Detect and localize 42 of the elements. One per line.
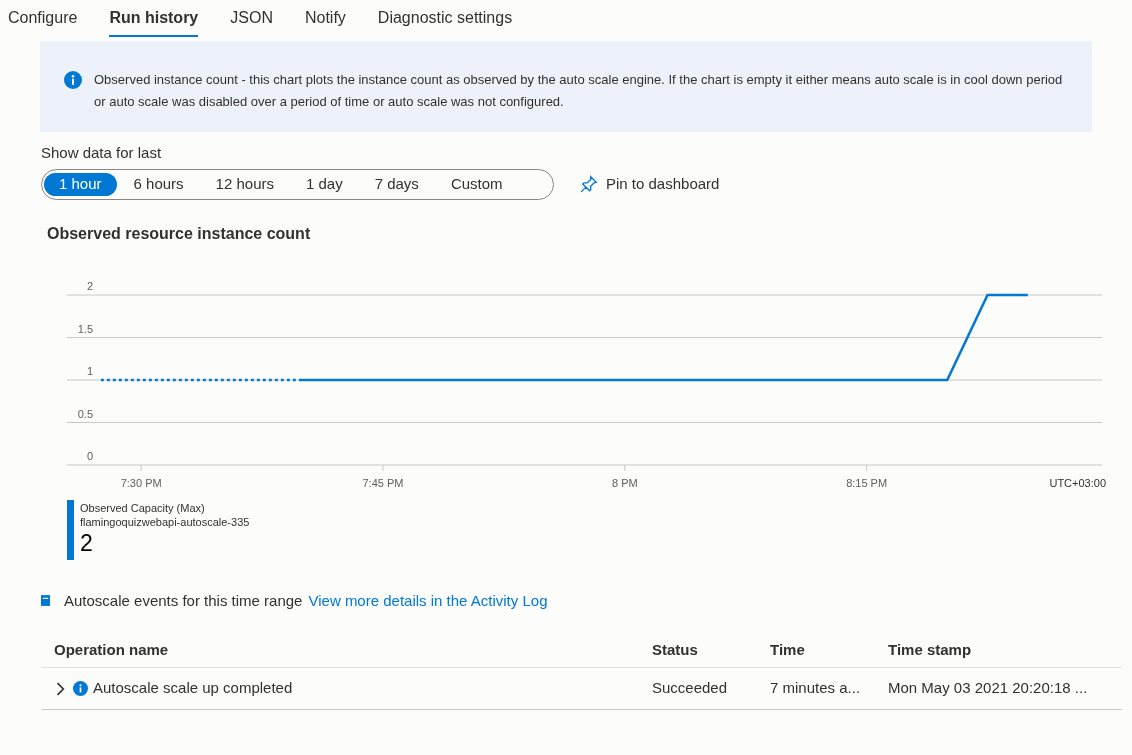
y-tick-label: 0 bbox=[86, 449, 93, 462]
legend-series-name: Observed Capacity (Max) bbox=[80, 500, 206, 515]
column-header: Time stamp bbox=[888, 640, 973, 661]
time-range-option[interactable]: Custom bbox=[435, 172, 518, 196]
time-range-option[interactable]: 6 hours bbox=[118, 172, 199, 196]
chart-title: Observed resource instance count bbox=[47, 223, 312, 244]
events-label: Autoscale events for this time range bbox=[64, 590, 303, 611]
log-icon bbox=[41, 595, 50, 607]
time-range-option[interactable]: 1 hour bbox=[44, 172, 117, 196]
y-tick-label: 1.5 bbox=[77, 322, 93, 334]
legend-resource-name: flamingoquizwebapi-autoscale-335 bbox=[80, 514, 250, 529]
tab[interactable]: Diagnostic settings bbox=[377, 6, 513, 37]
activity-log-link[interactable]: View more details in the Activity Log bbox=[308, 589, 548, 612]
table-cell-text: 7 minutes a... bbox=[770, 678, 862, 699]
pin-button[interactable]: Pin to dashboard bbox=[580, 172, 720, 196]
table-cell-text: Mon May 03 2021 20:20:18 ... bbox=[888, 678, 1089, 699]
column-header: Operation name bbox=[53, 640, 170, 661]
timezone-label: UTC+03:00 bbox=[1049, 476, 1106, 489]
tab[interactable]: Notify bbox=[304, 6, 346, 37]
table-cell-text: Autoscale scale up completed bbox=[93, 678, 293, 699]
legend-value: 2 bbox=[80, 528, 94, 557]
x-tick-label: 7:30 PM bbox=[120, 476, 162, 489]
y-tick-label: 0.5 bbox=[77, 407, 93, 419]
pin-icon bbox=[580, 175, 598, 193]
x-tick-label: 8:15 PM bbox=[846, 476, 888, 489]
column-header: Status bbox=[652, 640, 699, 661]
y-tick-label: 2 bbox=[86, 279, 93, 292]
x-tick-label: 8 PM bbox=[611, 476, 638, 489]
column-header: Time bbox=[770, 640, 806, 661]
y-tick-label: 1 bbox=[86, 364, 93, 377]
info-icon bbox=[73, 681, 88, 696]
time-range-option[interactable]: 1 day bbox=[290, 172, 358, 196]
time-range-option[interactable]: 12 hours bbox=[200, 172, 289, 196]
x-tick-label: 7:45 PM bbox=[362, 476, 404, 489]
range-label: Show data for last bbox=[41, 143, 163, 163]
tab[interactable]: JSON bbox=[230, 6, 273, 37]
tab[interactable]: Configure bbox=[8, 6, 78, 37]
table-cell-text: Succeeded bbox=[652, 678, 729, 699]
tab[interactable]: Run history bbox=[109, 6, 199, 37]
info-text: Observed instance count - this chart plots the instance count as observed by the auto scale engine. If the chart is empty it either means auto scale is in cool down period or auto scale was disabled over a period of time or auto scale was not configured. bbox=[94, 71, 1064, 111]
info-icon bbox=[64, 71, 82, 89]
time-range-option[interactable]: 7 days bbox=[359, 172, 434, 196]
